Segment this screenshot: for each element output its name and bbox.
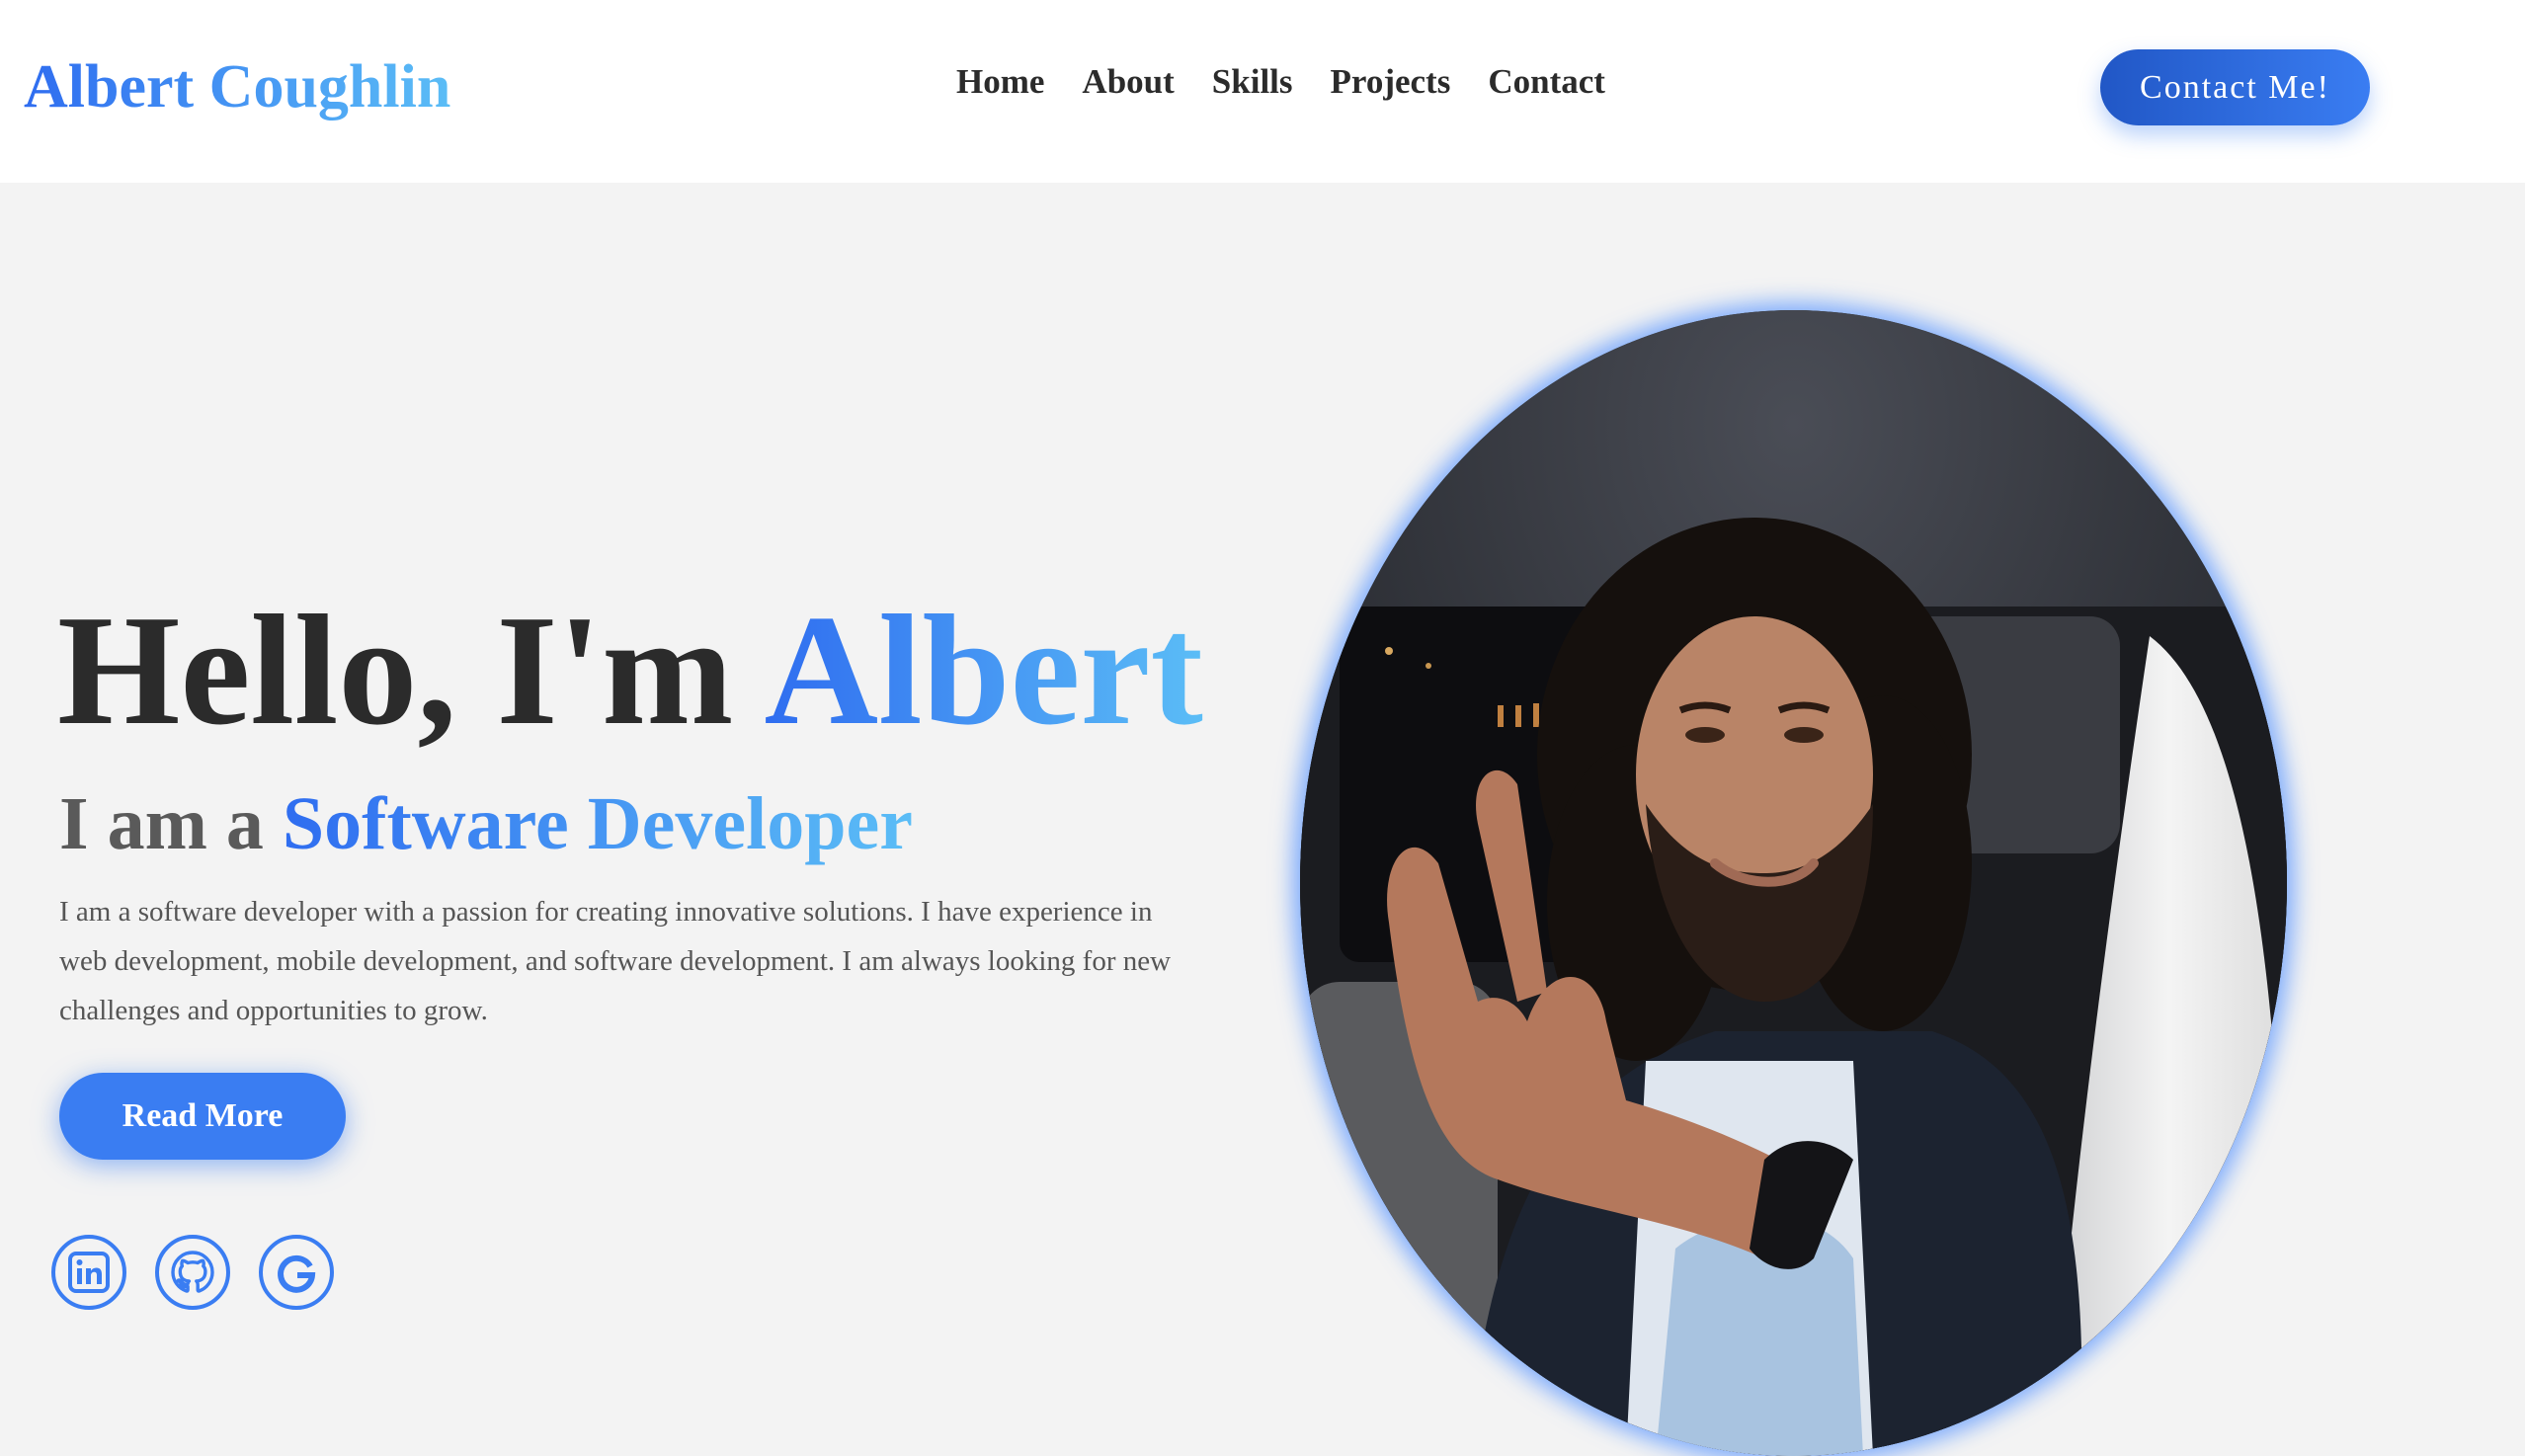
main-nav: Home About Skills Projects Contact (956, 59, 1605, 105)
profile-photo (1300, 310, 2287, 1456)
hero-description: I am a software developer with a passion… (59, 896, 1172, 1026)
hero-name: Albert (764, 582, 1203, 758)
social-links (51, 1235, 334, 1310)
google-link[interactable] (259, 1235, 334, 1310)
role-prefix: I am a (59, 782, 283, 865)
nav-projects-link[interactable]: Projects (1331, 59, 1451, 105)
read-more-button[interactable]: Read More (59, 1073, 346, 1160)
hero-subtitle: I am a Software Developer (59, 774, 913, 873)
github-icon (171, 1251, 214, 1293)
github-link[interactable] (155, 1235, 230, 1310)
contact-me-button[interactable]: Contact Me! (2100, 49, 2370, 125)
site-header: Albert Coughlin Home About Skills Projec… (0, 0, 2525, 183)
google-icon (278, 1254, 316, 1293)
hero-title: Hello, I'm Albert (57, 581, 1203, 759)
nav-skills-link[interactable]: Skills (1212, 59, 1293, 105)
role-text: Software Developer (282, 782, 913, 865)
nav-about-link[interactable]: About (1082, 59, 1174, 105)
hero-greeting: Hello, I'm (57, 582, 765, 758)
nav-home-link[interactable]: Home (956, 59, 1044, 105)
profile-photo-illustration (1300, 310, 2287, 1456)
linkedin-icon (68, 1252, 110, 1293)
nav-contact-link[interactable]: Contact (1488, 59, 1605, 105)
linkedin-link[interactable] (51, 1235, 126, 1310)
site-logo[interactable]: Albert Coughlin (24, 49, 450, 124)
